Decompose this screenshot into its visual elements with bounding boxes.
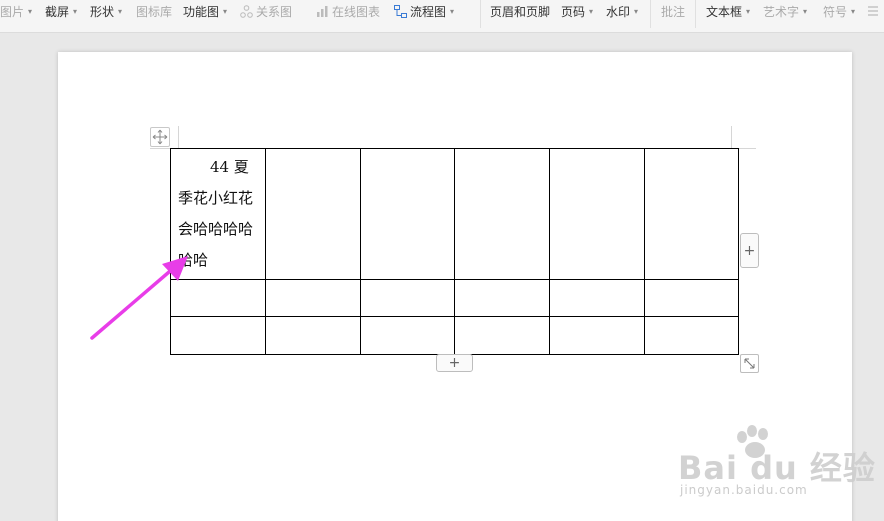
add-column-button[interactable]: +	[740, 233, 759, 268]
function-chart-button[interactable]: 功能图 ▾	[183, 3, 227, 19]
table-row	[170, 279, 739, 317]
table-cell[interactable]	[454, 148, 550, 280]
symbol-button[interactable]: 符号 ▾	[823, 3, 855, 19]
table-cell[interactable]	[644, 316, 739, 355]
chevron-down-icon: ▾	[450, 6, 455, 16]
annotation-arrow-icon	[90, 256, 188, 340]
chevron-down-icon: ▾	[746, 6, 751, 16]
move-icon	[152, 129, 168, 145]
relation-icon	[240, 4, 253, 18]
watermark-button[interactable]: 水印 ▾	[606, 3, 638, 19]
plus-icon: +	[743, 242, 756, 259]
chevron-down-icon: ▾	[851, 6, 856, 16]
table-cell[interactable]	[549, 316, 645, 355]
watermark-url: jingyan.baidu.com	[680, 483, 808, 497]
table-cell[interactable]	[454, 279, 550, 317]
table-move-handle[interactable]	[150, 127, 170, 147]
toolbar-divider	[480, 0, 481, 28]
chevron-down-icon: ▾	[803, 6, 808, 16]
header-footer-button[interactable]: 页眉和页脚	[490, 3, 550, 19]
table-cell[interactable]	[265, 279, 361, 317]
flowchart-icon	[394, 4, 407, 18]
table-cell[interactable]	[360, 316, 455, 355]
ribbon-toolbar: 图片 ▾ 截屏 ▾ 形状 ▾ 图标库 功能图 ▾ 关系图 在线图表 流程图 ▾ 页眉和页脚…	[0, 0, 884, 33]
flowchart-button[interactable]: 流程图 ▾	[394, 3, 454, 19]
word-art-button[interactable]: 艺术字 ▾	[763, 3, 807, 19]
comment-button[interactable]: 批注	[661, 3, 685, 19]
chevron-down-icon: ▾	[118, 6, 123, 16]
baidu-watermark: Bai du 经验 jingyan.baidu.com	[678, 425, 878, 505]
table-cell[interactable]	[265, 148, 361, 280]
relation-chart-button[interactable]: 关系图	[240, 3, 292, 19]
table-cell[interactable]	[360, 279, 455, 317]
toolbar-divider	[650, 0, 651, 28]
chevron-down-icon: ▾	[223, 6, 228, 16]
table-cell[interactable]	[549, 279, 645, 317]
table-cell[interactable]	[549, 148, 645, 280]
chevron-down-icon: ▾	[634, 6, 639, 16]
document-table[interactable]: 44 夏季花小红花会哈哈哈哈哈哈	[170, 148, 739, 355]
more-icon[interactable]	[866, 3, 880, 19]
toolbar-divider	[695, 0, 696, 28]
chart-icon	[316, 5, 329, 18]
table-cell[interactable]	[644, 148, 739, 280]
margin-guide	[178, 126, 179, 148]
table-row: 44 夏季花小红花会哈哈哈哈哈哈	[170, 148, 739, 280]
online-chart-button[interactable]: 在线图表	[316, 3, 380, 19]
page-number-button[interactable]: 页码 ▾	[561, 3, 593, 19]
table-cell[interactable]	[644, 279, 739, 317]
margin-guide	[738, 148, 756, 149]
margin-guide	[150, 148, 170, 149]
table-cell[interactable]	[360, 148, 455, 280]
chevron-down-icon: ▾	[73, 6, 78, 16]
picture-button[interactable]: 图片 ▾	[0, 3, 32, 19]
shape-button[interactable]: 形状 ▾	[90, 3, 122, 19]
margin-guide	[731, 126, 732, 148]
chevron-down-icon: ▾	[589, 6, 594, 16]
screenshot-button[interactable]: 截屏 ▾	[45, 3, 77, 19]
table-resize-handle[interactable]	[740, 354, 759, 373]
table-cell[interactable]	[454, 316, 550, 355]
plus-icon: +	[448, 355, 461, 371]
table-row	[170, 316, 739, 355]
chevron-down-icon: ▾	[28, 6, 33, 16]
table-cell[interactable]	[265, 316, 361, 355]
add-row-button[interactable]: +	[436, 354, 473, 372]
resize-icon	[744, 358, 755, 369]
textbox-button[interactable]: 文本框 ▾	[706, 3, 750, 19]
icon-library-button[interactable]: 图标库	[136, 3, 172, 19]
